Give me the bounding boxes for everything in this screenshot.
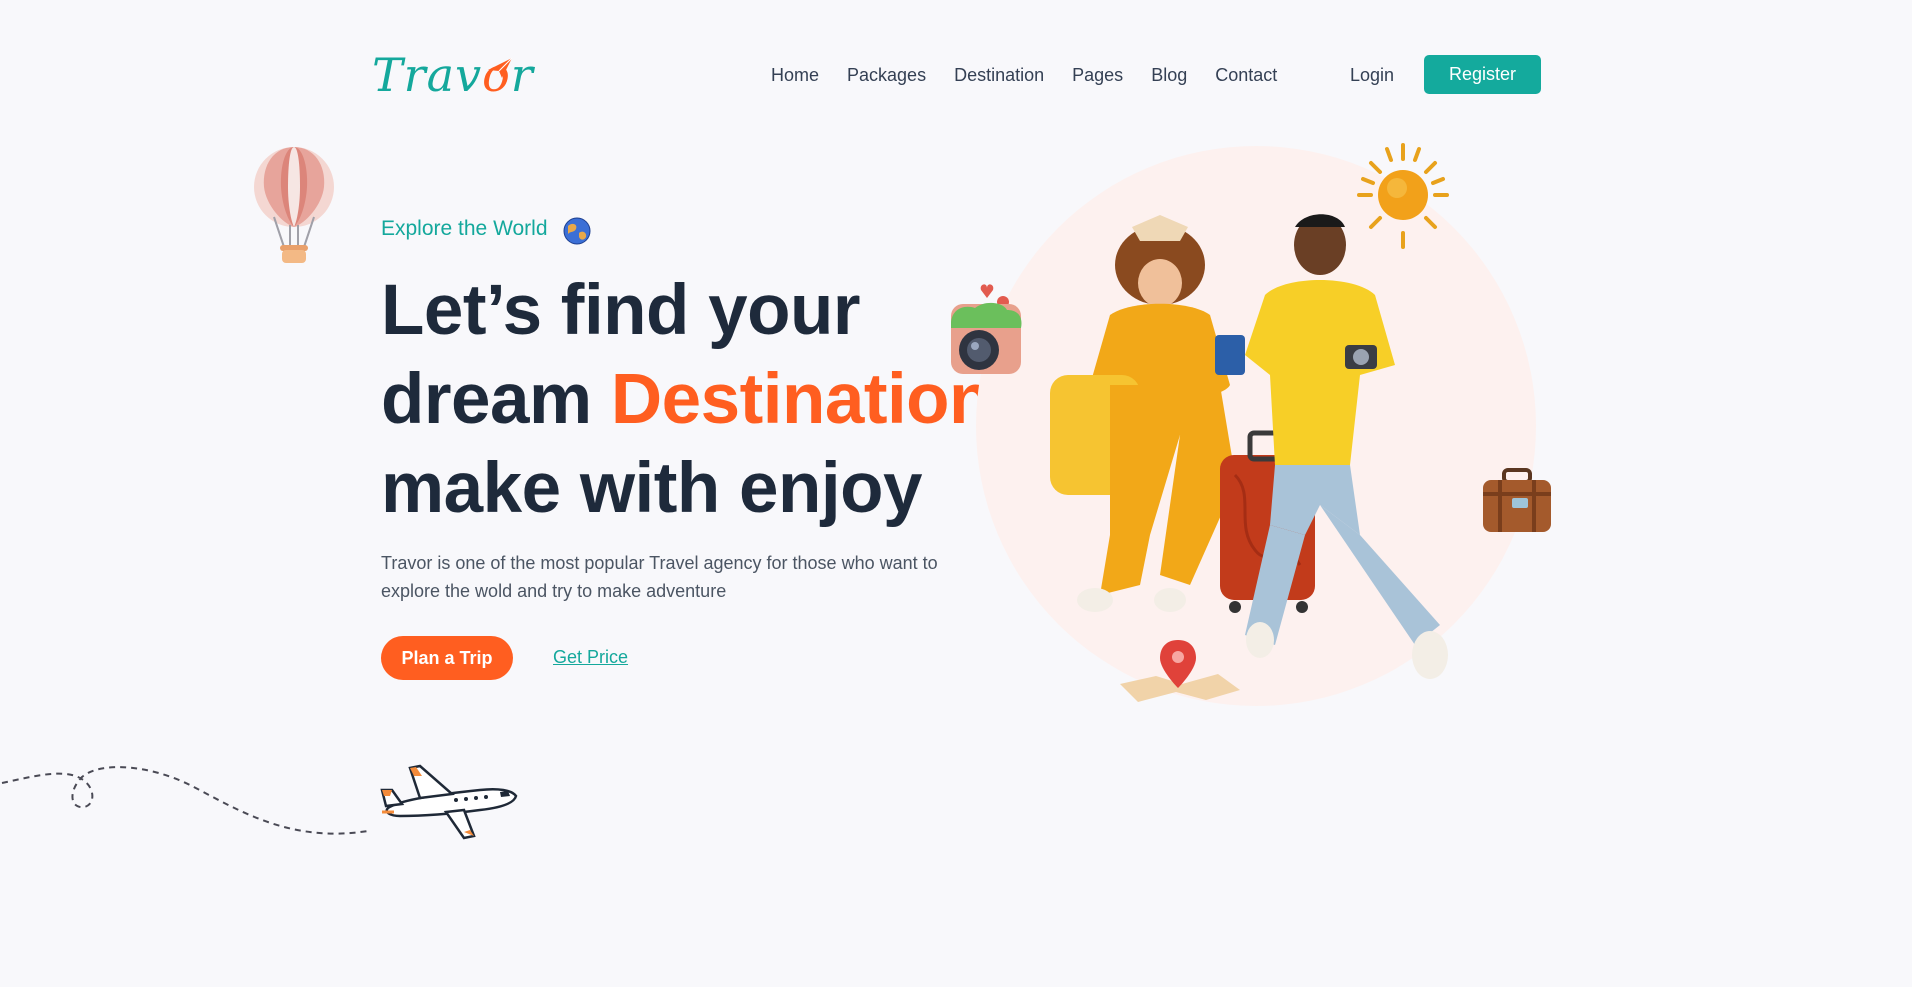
flight-path-icon [1, 766, 369, 835]
hero-eyebrow: Explore the World [381, 217, 548, 240]
headline-line-1: Let’s find your [381, 271, 861, 350]
brand-logo[interactable]: Travor [372, 46, 533, 102]
get-price-link[interactable]: Get Price [553, 647, 628, 668]
headline-line-2: dream [381, 360, 611, 439]
register-button[interactable]: Register [1424, 55, 1541, 94]
paper-plane-icon [488, 58, 512, 78]
nav-contact[interactable]: Contact [1215, 62, 1277, 88]
camera-icon [951, 284, 1022, 374]
main-nav: Home Packages Destination Pages Blog Con… [771, 62, 1305, 88]
globe-icon [563, 217, 591, 245]
suitcase-icon [1483, 468, 1551, 532]
hero-description: Travor is one of the most popular Travel… [381, 553, 938, 601]
plan-trip-button[interactable]: Plan a Trip [381, 636, 513, 680]
headline-accent: Destination [610, 360, 993, 439]
hot-air-balloon-icon [254, 147, 334, 263]
nav-pages[interactable]: Pages [1072, 62, 1123, 88]
airplane-icon [380, 764, 518, 840]
travelers-illustration [1050, 214, 1448, 679]
nav-home[interactable]: Home [771, 62, 819, 88]
map-pin-icon [1120, 640, 1240, 702]
hero-headline: Let’s find your dream Destination make wit… [381, 266, 992, 533]
nav-packages[interactable]: Packages [847, 62, 926, 88]
nav-destination[interactable]: Destination [954, 62, 1044, 88]
headline-line-3: make with enjoy [381, 449, 922, 528]
login-link[interactable]: Login [1350, 62, 1394, 88]
nav-blog[interactable]: Blog [1151, 62, 1187, 88]
